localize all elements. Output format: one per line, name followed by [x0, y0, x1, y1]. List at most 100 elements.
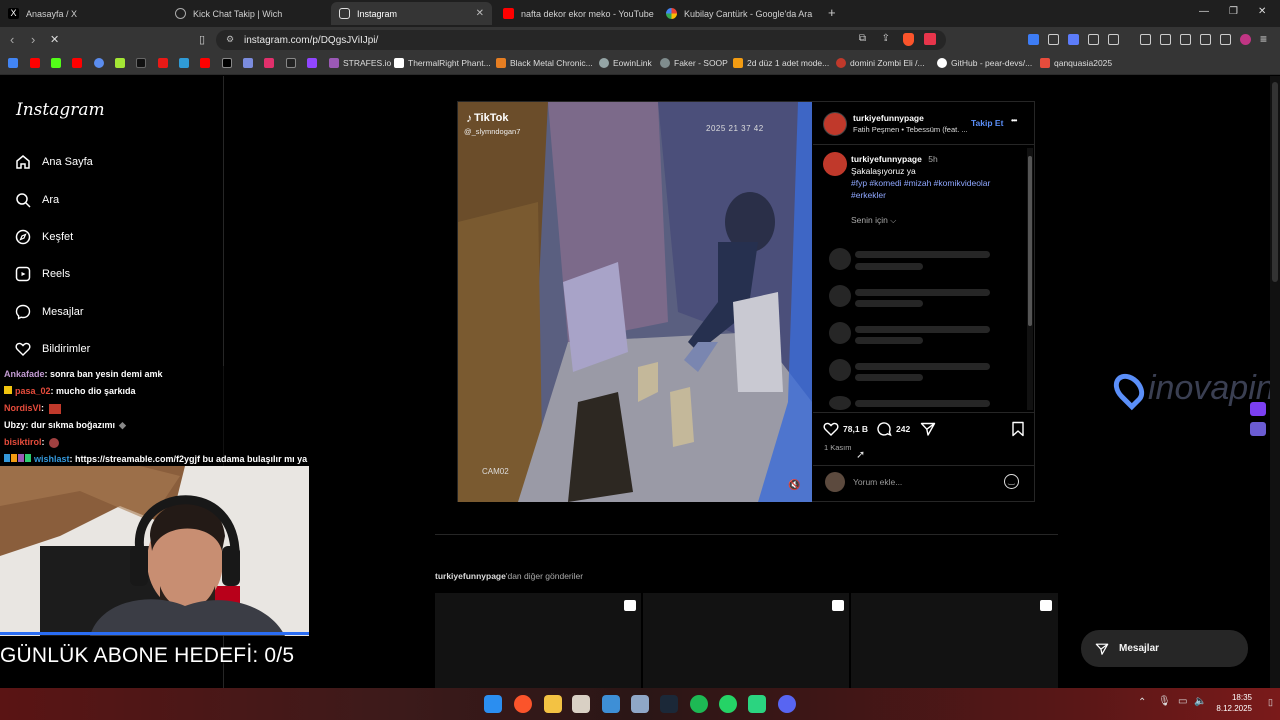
youtube-icon[interactable] [72, 58, 82, 68]
restore-button[interactable]: ❐ [1229, 6, 1238, 17]
sidebar-item-messages[interactable]: Mesajlar [15, 304, 84, 320]
comment-input[interactable]: Yorum ekle... [853, 477, 902, 487]
tab-kick-chat[interactable]: Kick Chat Takip | Wich [167, 2, 329, 25]
extension-icon[interactable] [1108, 34, 1119, 45]
instagram-icon[interactable] [264, 58, 274, 68]
sync-icon[interactable] [94, 58, 104, 68]
grid-post[interactable] [435, 593, 641, 688]
folder-icon[interactable] [544, 695, 562, 713]
forward-icon[interactable]: › [31, 32, 35, 47]
tab-google[interactable]: Kubilay Cantürk - Google'da Ara [658, 2, 820, 25]
photos-icon[interactable] [602, 695, 620, 713]
more-posts-user[interactable]: turkiyefunnypage [435, 571, 506, 581]
bookmark-faker[interactable]: Faker - SOOP [660, 58, 728, 68]
messages-button[interactable]: Mesajlar [1081, 630, 1248, 667]
kick-icon[interactable] [51, 58, 61, 68]
comment-button[interactable]: 242 [876, 421, 910, 437]
chevron-up-icon[interactable]: ⌃ [1138, 697, 1146, 708]
x-icon[interactable] [222, 58, 232, 68]
new-tab-button[interactable]: + [828, 5, 836, 20]
menu-icon[interactable]: ≡ [1260, 32, 1267, 46]
bookmark-icon[interactable] [158, 58, 168, 68]
caption-username[interactable]: turkiyefunnypage [851, 154, 922, 164]
tab-youtube[interactable]: nafta dekor ekor meko - YouTube [495, 2, 655, 25]
save-button[interactable] [1011, 421, 1025, 442]
close-tab-icon[interactable]: ✕ [476, 8, 484, 19]
like-button[interactable]: 78,1 B [823, 421, 868, 437]
bookmark-github[interactable]: GitHub - pear-devs/... [937, 58, 1032, 68]
extension-icon[interactable] [1068, 34, 1079, 45]
youtube-icon[interactable] [30, 58, 40, 68]
extension-icon[interactable] [1048, 34, 1059, 45]
scrollbar-thumb[interactable] [1272, 82, 1278, 282]
grid-post[interactable] [851, 593, 1058, 688]
caption-hashtags-2[interactable]: #erkekler [851, 190, 886, 200]
comment-sort[interactable]: Senin için ⌵ [851, 215, 896, 226]
brave-shield-icon[interactable] [903, 33, 914, 46]
author-avatar[interactable] [823, 112, 847, 136]
grid-post[interactable] [643, 593, 849, 688]
bookmark-eowinlink[interactable]: EowinLink [599, 58, 652, 68]
mute-icon[interactable]: 🔇 [788, 480, 800, 491]
discord-icon[interactable] [778, 695, 796, 713]
caption-avatar[interactable] [823, 152, 847, 176]
bookmark-icon[interactable] [179, 58, 189, 68]
network-icon[interactable]: ▭ [1178, 696, 1187, 707]
bookmark-black-metal[interactable]: Black Metal Chronic... [496, 58, 593, 68]
caption-hashtags[interactable]: #fyp #komedi #mizah #komikvideolar [851, 178, 990, 188]
share-button[interactable] [920, 421, 936, 442]
emoji-icon[interactable]: ‿ [1004, 474, 1019, 489]
share-icon[interactable]: ⇪ [882, 33, 890, 44]
bookmark-icon[interactable] [115, 58, 125, 68]
post-video[interactable]: ♪ TikTok @_slymndogan7 2025 21 37 42 CAM… [458, 102, 812, 502]
sidebar-item-search[interactable]: Ara [15, 192, 59, 208]
whatsapp-icon[interactable] [719, 695, 737, 713]
page-scrollbar[interactable] [1270, 76, 1280, 688]
hammer-icon[interactable] [572, 695, 590, 713]
comments-scrollbar[interactable] [1027, 148, 1033, 410]
sidebar-item-home[interactable]: Ana Sayfa [15, 154, 93, 170]
apps-icon[interactable] [8, 58, 18, 68]
bookmark-icon[interactable] [243, 58, 253, 68]
audio-track[interactable]: Fatih Peşmen • Tebessüm (feat. ... [853, 125, 968, 134]
minimize-button[interactable]: — [1199, 6, 1209, 17]
tiktok-icon[interactable] [136, 58, 146, 68]
extension-overlay-icon[interactable] [1250, 402, 1266, 416]
back-icon[interactable]: ‹ [10, 32, 14, 47]
bookmark-qanquasia[interactable]: qanquasia2025 [1040, 58, 1112, 68]
site-info-icon[interactable]: ⚙ [226, 34, 234, 45]
stop-icon[interactable]: ✕ [50, 33, 59, 46]
extension-icon[interactable] [1028, 34, 1039, 45]
leo-icon[interactable] [1200, 34, 1211, 45]
sidebar-item-reels[interactable]: Reels [15, 266, 70, 282]
settings-icon[interactable] [631, 695, 649, 713]
steam-icon[interactable] [660, 695, 678, 713]
instagram-logo[interactable]: Instagram [16, 100, 105, 120]
spotify-icon[interactable] [690, 695, 708, 713]
start-icon[interactable] [484, 695, 502, 713]
bookmark-icon[interactable]: ▯ [199, 33, 205, 46]
author-username[interactable]: turkiyefunnypage [853, 113, 924, 123]
bookmark-icon[interactable] [286, 58, 296, 68]
brave-icon[interactable] [514, 695, 532, 713]
vpn-icon[interactable] [1220, 34, 1231, 45]
sidebar-toggle-icon[interactable] [1160, 34, 1171, 45]
profile-icon[interactable] [1240, 34, 1251, 45]
twitch-icon[interactable] [307, 58, 317, 68]
bookmark-zombi[interactable]: domini Zombi Eli /... [836, 58, 925, 68]
wallet-icon[interactable] [1180, 34, 1191, 45]
extension-overlay-icon[interactable] [1250, 422, 1266, 436]
microphone-icon[interactable]: 🎙 [1158, 696, 1171, 707]
volume-icon[interactable]: 🔈 [1194, 696, 1206, 707]
tab-x[interactable]: X Anasayfa / X [0, 2, 165, 25]
sidebar-item-notifications[interactable]: Bildirimler [15, 341, 90, 357]
app-icon[interactable] [748, 695, 766, 713]
open-external-icon[interactable]: ⧉ [859, 33, 866, 44]
follow-button[interactable]: Takip Et [971, 118, 1003, 128]
music-icon[interactable] [1140, 34, 1151, 45]
brave-rewards-icon[interactable] [924, 33, 936, 45]
scrollbar-thumb[interactable] [1028, 156, 1032, 326]
bookmark-strafes[interactable]: STRAFES.io [329, 58, 391, 68]
tab-instagram[interactable]: Instagram ✕ [331, 2, 492, 25]
address-bar[interactable]: ⚙ instagram.com/p/DQgsJViIJpi/ ⧉ ⇪ [216, 30, 946, 50]
